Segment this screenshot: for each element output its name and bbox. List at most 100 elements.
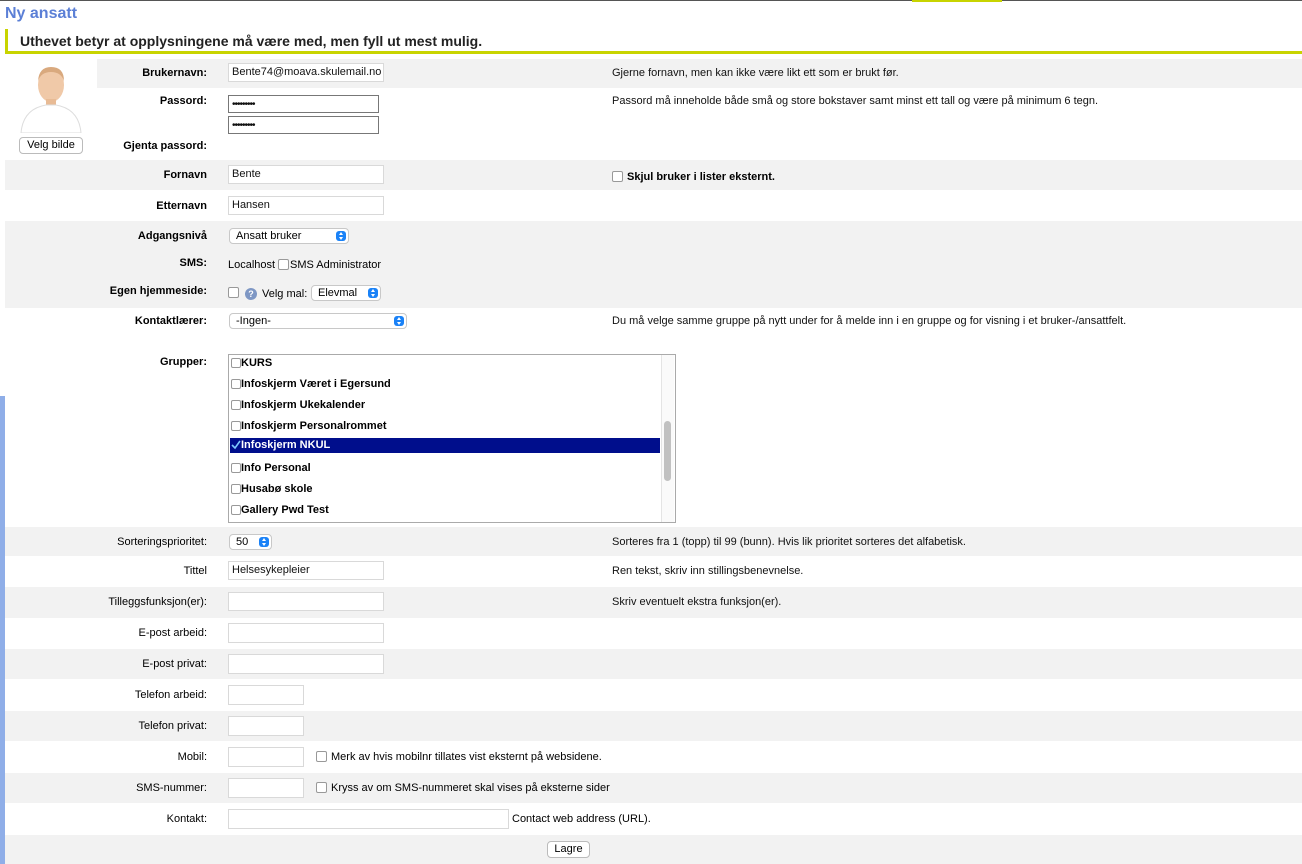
group-checkbox[interactable] <box>231 379 241 389</box>
firstname-label: Fornavn <box>163 169 207 181</box>
group-item-label: Info Personal <box>241 462 311 474</box>
group-checkbox[interactable] <box>231 505 241 515</box>
group-item-label: Infoskjerm Været i Egersund <box>241 378 391 390</box>
firstname-input[interactable]: Bente <box>228 165 384 184</box>
username-input[interactable]: Bente74@moava.skulemail.no <box>228 63 384 82</box>
phone-work-label: Telefon arbeid: <box>134 689 207 701</box>
access-level-select[interactable]: Ansatt bruker <box>229 228 349 244</box>
group-checkbox[interactable] <box>231 358 241 368</box>
access-level-value: Ansatt bruker <box>236 230 302 242</box>
groups-label: Grupper: <box>159 356 207 368</box>
groups-scrollbar[interactable] <box>661 355 674 522</box>
lastname-label: Etternavn <box>156 200 207 212</box>
group-item[interactable]: KURS <box>230 356 660 371</box>
sms-admin-label: SMS Administrator <box>290 259 382 271</box>
lastname-input[interactable]: Hansen <box>228 196 384 215</box>
group-item-label: Gallery Pwd Test <box>241 504 329 516</box>
password-help: Passord må inneholde både små og store b… <box>612 95 1099 107</box>
select-arrows-icon <box>259 537 269 547</box>
mobile-public-label: Merk av hvis mobilnr tillates vist ekste… <box>331 751 602 763</box>
homepage-label: Egen hjemmeside: <box>109 285 207 297</box>
sort-priority-select[interactable]: 50 <box>229 534 272 550</box>
group-item[interactable]: Info Personal <box>230 461 660 476</box>
contact-teacher-select[interactable]: -Ingen- <box>229 313 407 329</box>
group-item[interactable]: Gallery Pwd Test <box>230 503 660 518</box>
password-repeat-input[interactable]: ••••••••• <box>228 116 379 134</box>
contact-teacher-help: Du må velge samme gruppe på nytt under f… <box>612 315 1127 327</box>
extra-functions-label: Tilleggsfunksjon(er): <box>108 596 207 608</box>
email-work-label: E-post arbeid: <box>138 627 207 639</box>
groups-scrollbar-thumb[interactable] <box>664 421 671 481</box>
sms-admin-checkbox[interactable] <box>278 259 289 270</box>
extra-functions-help: Skriv eventuelt ekstra funksjon(er). <box>612 596 782 608</box>
homepage-checkbox[interactable] <box>228 287 239 298</box>
row-actions <box>5 835 1302 864</box>
group-item-label: Husabø skole <box>241 483 313 495</box>
mobile-input[interactable] <box>228 747 304 767</box>
hide-user-checkbox[interactable] <box>612 171 623 182</box>
group-item-label: Infoskjerm Personalrommet <box>241 420 387 432</box>
extra-functions-input[interactable] <box>228 592 384 611</box>
select-arrows-icon <box>368 288 378 298</box>
group-checkbox[interactable] <box>231 484 241 494</box>
hide-user-label: Skjul bruker i lister eksternt. <box>627 171 775 183</box>
sms-provider-value: Localhost <box>228 259 276 271</box>
group-checkbox[interactable] <box>231 421 241 431</box>
group-item[interactable]: Husabø skole <box>230 482 660 497</box>
group-item-label: Infoskjerm NKUL <box>241 439 331 451</box>
email-private-input[interactable] <box>228 654 384 674</box>
sms-number-public-checkbox[interactable] <box>316 782 327 793</box>
password-input[interactable]: ••••••••• <box>228 95 379 113</box>
email-private-label: E-post privat: <box>142 658 207 670</box>
save-button[interactable]: Lagre <box>547 841 590 858</box>
email-work-input[interactable] <box>228 623 384 643</box>
group-checkbox[interactable] <box>231 400 241 410</box>
choose-picture-button[interactable]: Velg bilde <box>19 137 83 154</box>
group-item[interactable]: Infoskjerm Været i Egersund <box>230 377 660 392</box>
contact-label: Kontakt: <box>166 813 207 825</box>
person-silhouette-icon <box>20 67 82 133</box>
group-item[interactable]: Infoskjerm Ukekalender <box>230 398 660 413</box>
template-select[interactable]: Elevmal <box>311 285 381 301</box>
template-value: Elevmal <box>318 287 358 299</box>
question-circle-icon[interactable]: ? <box>245 288 257 300</box>
sort-priority-value: 50 <box>236 536 249 548</box>
sms-number-input[interactable] <box>228 778 304 798</box>
sms-number-label: SMS-nummer: <box>136 782 207 794</box>
top-accent <box>912 0 1002 2</box>
contact-input[interactable] <box>228 809 509 829</box>
group-item[interactable]: Infoskjerm Personalrommet <box>230 419 660 434</box>
contact-help: Contact web address (URL). <box>512 813 651 825</box>
contact-teacher-value: -Ingen- <box>236 315 271 327</box>
top-border <box>0 0 1302 1</box>
group-item-label: Infoskjerm Ukekalender <box>241 399 366 411</box>
contact-teacher-label: Kontaktlærer: <box>134 315 207 327</box>
sort-priority-help: Sorteres fra 1 (topp) til 99 (bunn). Hvi… <box>612 536 966 548</box>
phone-private-input[interactable] <box>228 716 304 736</box>
group-item-label: KURS <box>241 357 273 369</box>
title-help: Ren tekst, skriv inn stillingsbenevnelse… <box>612 565 804 577</box>
select-arrows-icon <box>394 316 404 326</box>
access-level-label: Adgangsnivå <box>137 230 207 242</box>
password-label: Passord: <box>159 95 207 107</box>
username-help: Gjerne fornavn, men kan ikke være likt e… <box>612 67 899 79</box>
select-arrows-icon <box>336 231 346 241</box>
checkmark-icon[interactable] <box>231 440 241 450</box>
password-repeat-label: Gjenta passord: <box>123 140 207 152</box>
page-title: Ny ansatt <box>5 5 78 22</box>
page-subtitle: Uthevet betyr at opplysningene må være m… <box>20 33 483 49</box>
phone-private-label: Telefon privat: <box>138 720 207 732</box>
mobile-public-checkbox[interactable] <box>316 751 327 762</box>
sort-priority-label: Sorteringsprioritet: <box>117 536 207 548</box>
phone-work-input[interactable] <box>228 685 304 705</box>
template-label: Velg mal: <box>262 288 308 300</box>
groups-listbox[interactable]: KURS Infoskjerm Været i Egersund Infoskj… <box>228 354 676 523</box>
sms-label: SMS: <box>179 257 208 269</box>
title-input[interactable]: Helsesykepleier <box>228 561 384 580</box>
username-label: Brukernavn: <box>142 67 207 79</box>
title-label: Tittel <box>183 565 207 577</box>
mobile-label: Mobil: <box>177 751 207 763</box>
sms-number-public-label: Kryss av om SMS-nummeret skal vises på e… <box>331 782 610 794</box>
group-item-selected[interactable]: Infoskjerm NKUL <box>230 438 660 453</box>
group-checkbox[interactable] <box>231 463 241 473</box>
